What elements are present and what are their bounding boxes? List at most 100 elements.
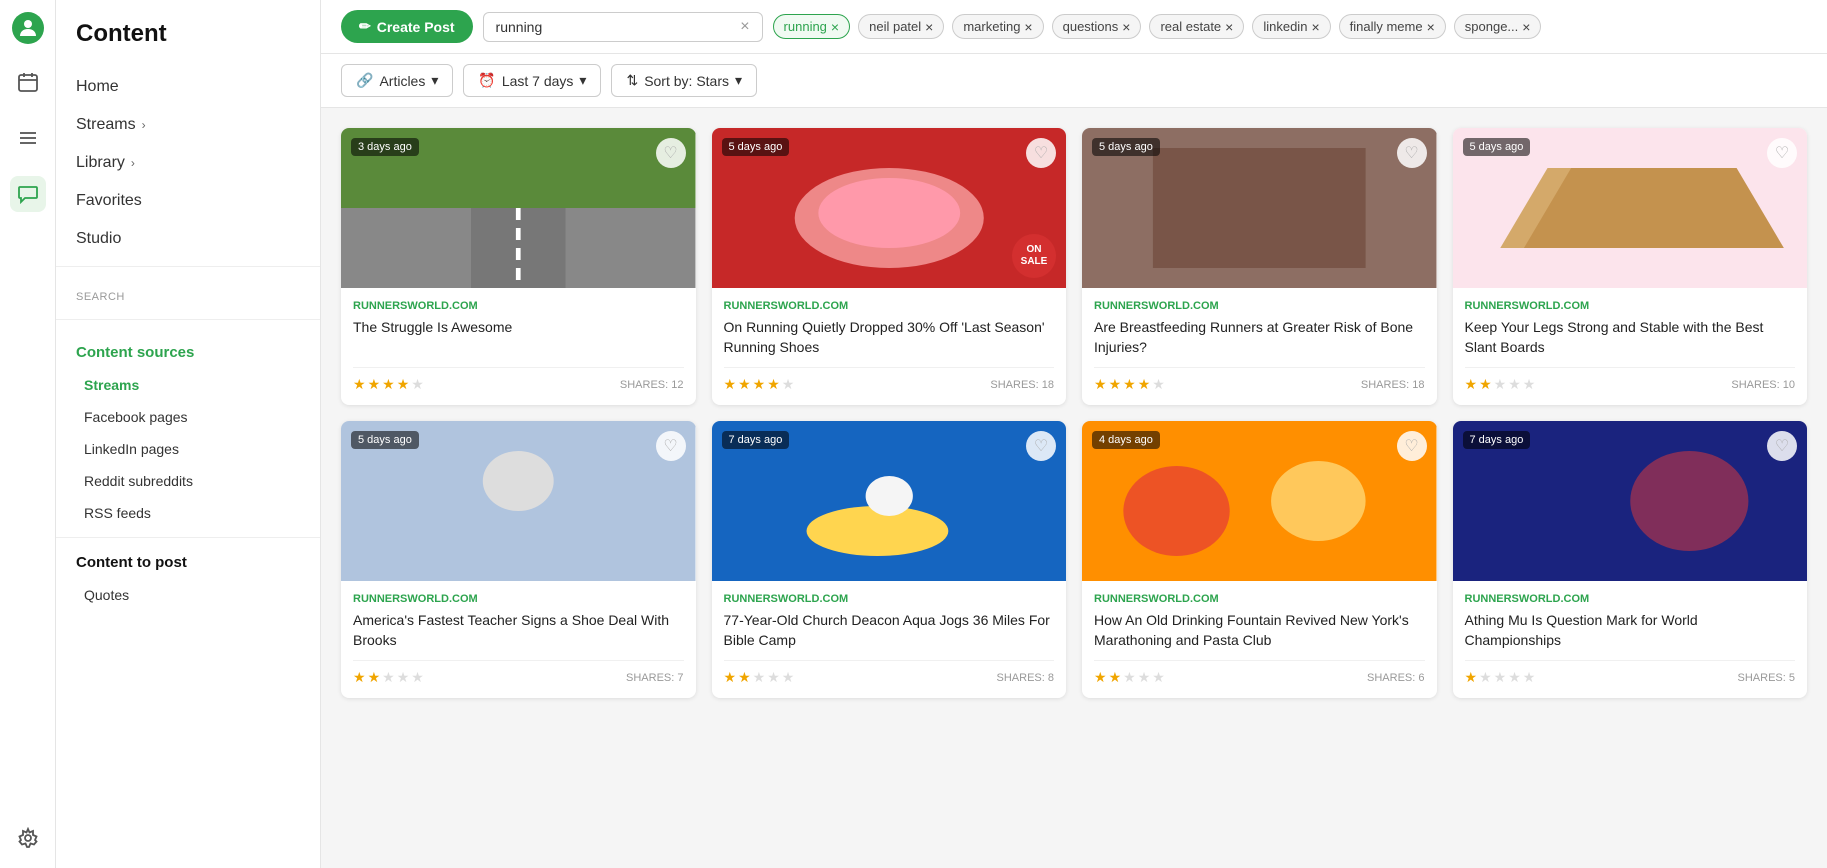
card-footer-1: ★★★★★ SHARES: 18 (724, 367, 1055, 393)
card-body-0: RUNNERSWORLD.COM The Struggle Is Awesome… (341, 288, 696, 405)
card-item-1[interactable]: 5 days ago ♡ ON SALE RUNNERSWORLD.COM On… (712, 128, 1067, 405)
card-item-6[interactable]: 4 days ago ♡ RUNNERSWORLD.COM How An Old… (1082, 421, 1437, 698)
search-input[interactable] (496, 19, 735, 35)
sidebar-source-linkedin[interactable]: LinkedIn pages (56, 433, 320, 465)
tag-linkedin[interactable]: linkedin × (1252, 14, 1330, 39)
tag-linkedin-close-icon[interactable]: × (1311, 20, 1319, 34)
tag-finally-meme[interactable]: finally meme × (1339, 14, 1446, 39)
search-bar[interactable]: × (483, 12, 763, 42)
tag-running[interactable]: running × (773, 14, 851, 39)
star-1-1: ★ (724, 376, 737, 393)
card-shares-4: SHARES: 7 (626, 672, 683, 684)
sidebar-item-home[interactable]: Home (56, 68, 320, 106)
sidebar-source-facebook[interactable]: Facebook pages (56, 401, 320, 433)
card-title-1: On Running Quietly Dropped 30% Off 'Last… (724, 318, 1055, 357)
star-0-2: ★ (368, 376, 381, 393)
date-chevron-icon: ▾ (579, 72, 586, 89)
topbar: ✏ Create Post × running × neil patel × m… (321, 0, 1827, 54)
tag-questions[interactable]: questions × (1052, 14, 1142, 39)
tag-questions-close-icon[interactable]: × (1122, 20, 1130, 34)
tag-sponge-close-icon[interactable]: × (1522, 20, 1530, 34)
star-7-1: ★ (1465, 669, 1478, 686)
main-area: ✏ Create Post × running × neil patel × m… (321, 0, 1827, 868)
card-stars-0[interactable]: ★★★★★ (353, 376, 424, 393)
card-stars-4[interactable]: ★★★★★ (353, 669, 424, 686)
tag-marketing[interactable]: marketing × (952, 14, 1043, 39)
create-post-button[interactable]: ✏ Create Post (341, 10, 473, 43)
card-shares-7: SHARES: 5 (1738, 672, 1795, 684)
tag-neil-patel-close-icon[interactable]: × (925, 20, 933, 34)
sort-filter-label: Sort by: Stars (644, 73, 729, 89)
card-heart-7[interactable]: ♡ (1767, 431, 1797, 461)
sidebar-item-favorites[interactable]: Favorites (56, 182, 320, 220)
card-heart-3[interactable]: ♡ (1767, 138, 1797, 168)
articles-filter-button[interactable]: 🔗 Articles ▾ (341, 64, 453, 97)
tag-sponge[interactable]: sponge... × (1454, 14, 1542, 39)
card-source-3: RUNNERSWORLD.COM (1465, 300, 1796, 312)
app-logo[interactable] (12, 12, 44, 44)
card-footer-6: ★★★★★ SHARES: 6 (1094, 660, 1425, 686)
card-stars-5[interactable]: ★★★★★ (724, 669, 795, 686)
sidebar-source-quotes[interactable]: Quotes (56, 579, 320, 611)
reddit-label: Reddit subreddits (84, 473, 193, 489)
list-nav-icon[interactable] (10, 120, 46, 156)
icon-bar (0, 0, 56, 868)
sidebar-item-favorites-label: Favorites (76, 192, 142, 210)
card-item-0[interactable]: 3 days ago ♡ RUNNERSWORLD.COM The Strugg… (341, 128, 696, 405)
card-source-1: RUNNERSWORLD.COM (724, 300, 1055, 312)
card-stars-1[interactable]: ★★★★★ (724, 376, 795, 393)
card-stars-7[interactable]: ★★★★★ (1465, 669, 1536, 686)
tag-real-estate-close-icon[interactable]: × (1225, 20, 1233, 34)
card-heart-6[interactable]: ♡ (1397, 431, 1427, 461)
link-icon: 🔗 (356, 72, 373, 89)
star-6-5: ★ (1152, 669, 1165, 686)
sidebar-item-streams[interactable]: Streams › (56, 106, 320, 144)
sidebar-item-studio[interactable]: Studio (56, 220, 320, 258)
tag-questions-label: questions (1063, 19, 1119, 34)
sidebar-source-streams[interactable]: Streams (56, 369, 320, 401)
search-clear-icon[interactable]: × (740, 19, 749, 35)
sidebar-source-reddit[interactable]: Reddit subreddits (56, 465, 320, 497)
sort-filter-button[interactable]: ⇅ Sort by: Stars ▾ (611, 64, 757, 97)
star-7-3: ★ (1494, 669, 1507, 686)
sidebar-item-library[interactable]: Library › (56, 144, 320, 182)
star-5-5: ★ (782, 669, 795, 686)
card-source-7: RUNNERSWORLD.COM (1465, 593, 1796, 605)
card-item-3[interactable]: 5 days ago ♡ RUNNERSWORLD.COM Keep Your … (1453, 128, 1808, 405)
tag-finally-meme-close-icon[interactable]: × (1427, 20, 1435, 34)
card-stars-3[interactable]: ★★★★★ (1465, 376, 1536, 393)
card-heart-0[interactable]: ♡ (656, 138, 686, 168)
date-filter-button[interactable]: ⏰ Last 7 days ▾ (463, 64, 601, 97)
star-3-4: ★ (1508, 376, 1521, 393)
card-item-5[interactable]: 7 days ago ♡ RUNNERSWORLD.COM 77-Year-Ol… (712, 421, 1067, 698)
card-heart-4[interactable]: ♡ (656, 431, 686, 461)
tag-marketing-close-icon[interactable]: × (1024, 20, 1032, 34)
card-stars-2[interactable]: ★★★★★ (1094, 376, 1165, 393)
card-item-7[interactable]: 7 days ago ♡ RUNNERSWORLD.COM Athing Mu … (1453, 421, 1808, 698)
card-stars-6[interactable]: ★★★★★ (1094, 669, 1165, 686)
message-nav-icon[interactable] (10, 176, 46, 212)
card-item-2[interactable]: 5 days ago ♡ RUNNERSWORLD.COM Are Breast… (1082, 128, 1437, 405)
on-sale-badge: ON SALE (1012, 234, 1056, 278)
star-4-2: ★ (368, 669, 381, 686)
calendar-nav-icon[interactable] (10, 64, 46, 100)
card-heart-2[interactable]: ♡ (1397, 138, 1427, 168)
card-body-4: RUNNERSWORLD.COM America's Fastest Teach… (341, 581, 696, 698)
articles-chevron-icon: ▾ (431, 72, 438, 89)
star-5-3: ★ (753, 669, 766, 686)
card-heart-5[interactable]: ♡ (1026, 431, 1056, 461)
card-item-4[interactable]: 5 days ago ♡ RUNNERSWORLD.COM America's … (341, 421, 696, 698)
articles-filter-label: Articles (379, 73, 425, 89)
card-title-4: America's Fastest Teacher Signs a Shoe D… (353, 611, 684, 650)
star-6-2: ★ (1109, 669, 1122, 686)
card-heart-1[interactable]: ♡ (1026, 138, 1056, 168)
card-age-0: 3 days ago (351, 138, 419, 156)
tag-neil-patel[interactable]: neil patel × (858, 14, 944, 39)
tag-marketing-label: marketing (963, 19, 1020, 34)
tag-linkedin-label: linkedin (1263, 19, 1307, 34)
settings-nav-icon[interactable] (10, 820, 46, 856)
tag-running-close-icon[interactable]: × (831, 20, 839, 34)
tag-real-estate-label: real estate (1160, 19, 1221, 34)
tag-real-estate[interactable]: real estate × (1149, 14, 1244, 39)
sidebar-source-rss[interactable]: RSS feeds (56, 497, 320, 529)
